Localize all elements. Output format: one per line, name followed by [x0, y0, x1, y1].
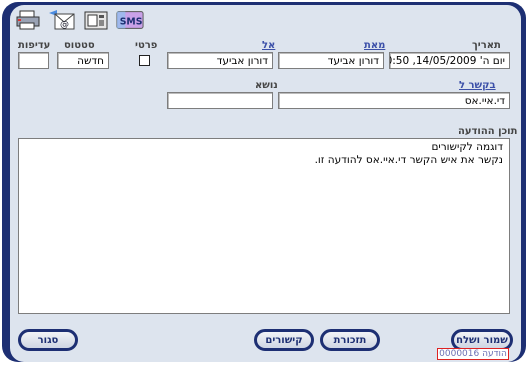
subject-label: נושא [255, 80, 278, 91]
links-button[interactable]: קישורים [254, 329, 314, 351]
to-link[interactable]: אל [262, 40, 275, 51]
svg-text:@: @ [60, 20, 69, 30]
priority-label: עדיפות [18, 40, 51, 51]
print-icon[interactable] [14, 8, 42, 32]
to-field[interactable]: דורון אביעד [167, 52, 273, 69]
message-content[interactable]: דוגמה לקישורים נקשר את איש הקשר די.איי.א… [18, 138, 510, 314]
status-field[interactable]: חדשה [57, 52, 109, 69]
related-link[interactable]: בקשר ל [459, 80, 496, 91]
toolbar: @ SMS [14, 6, 144, 34]
sms-icon[interactable]: SMS [116, 8, 144, 32]
close-button[interactable]: סגור [18, 329, 78, 351]
sms-label: SMS [120, 17, 143, 28]
from-link[interactable]: מאת [364, 40, 385, 51]
date-label: תאריך [472, 40, 501, 51]
status-label: סטטוס [64, 40, 95, 51]
reminders-button[interactable]: תזכורת [320, 329, 380, 351]
from-field[interactable]: דורון אביעד [278, 52, 384, 69]
private-label: פרטי [135, 40, 158, 51]
priority-field[interactable] [18, 52, 49, 69]
related-field[interactable]: די.איי.אס [278, 92, 510, 109]
private-checkbox[interactable] [139, 55, 150, 66]
subject-field[interactable] [167, 92, 273, 109]
message-id: הודעה 0000016 [437, 348, 509, 360]
fax-icon[interactable] [82, 8, 110, 32]
content-line: דוגמה לקישורים [431, 141, 503, 153]
email-icon[interactable]: @ [48, 8, 76, 32]
date-field[interactable]: יום ה' 14/05/2009, 10:50 [389, 52, 510, 69]
content-line: נקשר את איש הקשר די.איי.אס להודעה זו. [314, 154, 503, 166]
content-label: תוכן ההודעה [458, 126, 518, 137]
